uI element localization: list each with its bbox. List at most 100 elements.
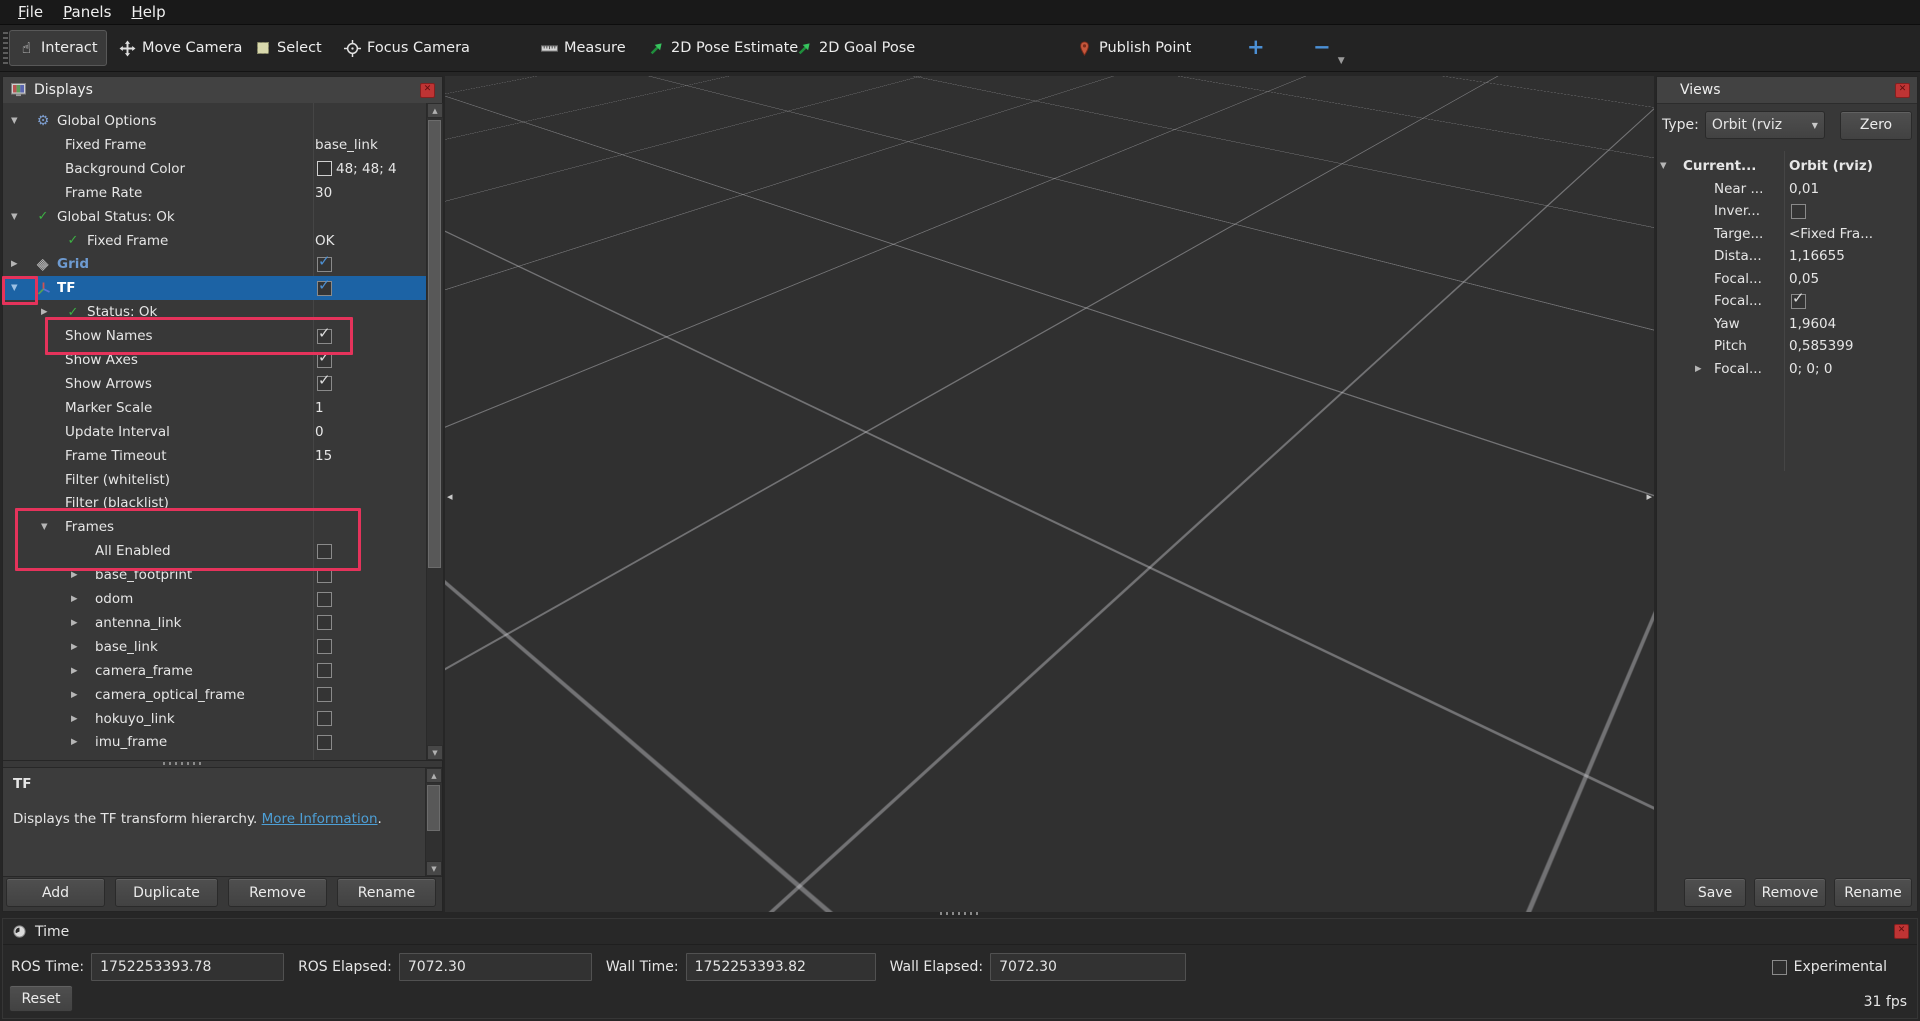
views-row-focal[interactable]: Focal...0,05: [1657, 268, 1916, 291]
checkbox-checked[interactable]: ✓: [317, 376, 332, 391]
checkbox-checked[interactable]: ✓: [317, 281, 332, 296]
checkbox-checked[interactable]: ✓: [1791, 294, 1806, 309]
views-rename-button[interactable]: Rename: [1834, 878, 1912, 907]
3d-viewport[interactable]: ◂ ▸: [445, 76, 1654, 912]
views-row-targe[interactable]: Targe...<Fixed Fra...: [1657, 223, 1916, 246]
checkbox-unchecked[interactable]: [317, 735, 332, 750]
view-type-dropdown[interactable]: Orbit (rviz ▼: [1705, 111, 1825, 139]
expander-closed-icon[interactable]: ▶: [71, 707, 78, 731]
property-value[interactable]: 30: [315, 185, 332, 201]
description-splitter[interactable]: [163, 762, 205, 765]
add-tool-button[interactable]: +: [1237, 30, 1275, 64]
scroll-down-icon[interactable]: ▼: [426, 861, 442, 876]
displays-row-show-axes[interactable]: Show Axes✓: [3, 348, 426, 372]
displays-row-hokuyo-link[interactable]: ▶hokuyo_link: [3, 707, 426, 731]
expander-closed-icon[interactable]: ▶: [1695, 358, 1702, 381]
property-value[interactable]: Orbit (rviz): [1789, 158, 1873, 174]
wall-time-field[interactable]: 1752253393.82: [686, 953, 876, 981]
expander-open-icon[interactable]: ▼: [11, 109, 18, 133]
property-value[interactable]: 0,01: [1789, 181, 1819, 197]
displays-row-filter-blacklist[interactable]: Filter (blacklist): [3, 491, 426, 515]
expander-open-icon[interactable]: ▼: [1660, 155, 1667, 178]
views-row-dista[interactable]: Dista...1,16655: [1657, 245, 1916, 268]
toolbar-drag-handle[interactable]: [3, 32, 8, 64]
pose-estimate-tool-button[interactable]: 2D Pose Estimate: [639, 30, 807, 66]
displays-row-frame-rate[interactable]: Frame Rate30: [3, 181, 426, 205]
displays-row-imu-frame[interactable]: ▶imu_frame: [3, 730, 426, 754]
displays-row-update-interval[interactable]: Update Interval0: [3, 420, 426, 444]
displays-row-all-enabled[interactable]: All Enabled: [3, 539, 426, 563]
property-value[interactable]: 0: [315, 424, 324, 440]
views-row-current[interactable]: ▼Current...Orbit (rviz): [1657, 155, 1916, 178]
views-row-inver[interactable]: Inver...: [1657, 200, 1916, 223]
views-row-near[interactable]: Near ...0,01: [1657, 178, 1916, 201]
views-remove-button[interactable]: Remove: [1754, 878, 1826, 907]
remove-tool-button[interactable]: −▼: [1303, 30, 1341, 64]
checkbox-unchecked[interactable]: [317, 592, 332, 607]
collapse-left-icon[interactable]: ◂: [447, 488, 453, 506]
displays-row-status-ok[interactable]: ▶✓Status: Ok: [3, 300, 426, 324]
checkbox-unchecked[interactable]: [317, 711, 332, 726]
property-value[interactable]: 15: [315, 448, 332, 464]
scroll-up-icon[interactable]: ▲: [426, 768, 442, 783]
checkbox-unchecked[interactable]: [1791, 204, 1806, 219]
menu-panels[interactable]: Panels: [53, 2, 121, 22]
select-tool-button[interactable]: Select: [245, 30, 331, 66]
expander-open-icon[interactable]: ▼: [11, 205, 18, 229]
checkbox-unchecked[interactable]: [317, 663, 332, 678]
publish-point-tool-button[interactable]: Publish Point: [1067, 30, 1200, 66]
checkbox-checked[interactable]: ✓: [317, 257, 332, 272]
time-close-icon[interactable]: ✕: [1894, 924, 1909, 939]
displays-row-global-options[interactable]: ▼⚙Global Options: [3, 109, 426, 133]
scrollbar-thumb[interactable]: [428, 120, 441, 568]
expander-closed-icon[interactable]: ▶: [71, 683, 78, 707]
displays-row-fixed-frame[interactable]: Fixed Framebase_link: [3, 133, 426, 157]
time-panel-splitter[interactable]: [940, 912, 978, 915]
expander-closed-icon[interactable]: ▶: [71, 730, 78, 754]
property-value[interactable]: 48; 48; 4: [336, 161, 397, 177]
expander-closed-icon[interactable]: ▶: [71, 563, 78, 587]
views-row-focal[interactable]: Focal...✓: [1657, 290, 1916, 313]
reset-button[interactable]: Reset: [9, 985, 73, 1012]
property-value[interactable]: 0; 0; 0: [1789, 361, 1832, 377]
views-save-button[interactable]: Save: [1684, 878, 1746, 907]
expander-closed-icon[interactable]: ▶: [11, 252, 18, 276]
views-row-pitch[interactable]: Pitch0,585399: [1657, 335, 1916, 358]
displays-row-antenna-link[interactable]: ▶antenna_link: [3, 611, 426, 635]
displays-row-frames[interactable]: ▼Frames: [3, 515, 426, 539]
ros-time-field[interactable]: 1752253393.78: [91, 953, 284, 981]
goal-pose-tool-button[interactable]: 2D Goal Pose: [787, 30, 924, 66]
focus-camera-tool-button[interactable]: Focus Camera: [335, 30, 479, 66]
scroll-up-icon[interactable]: ▲: [427, 103, 443, 118]
checkbox-unchecked[interactable]: [317, 615, 332, 630]
expander-open-icon[interactable]: ▼: [11, 276, 18, 300]
color-swatch[interactable]: [317, 161, 332, 176]
displays-row-global-status-ok[interactable]: ▼✓Global Status: Ok: [3, 205, 426, 229]
views-close-icon[interactable]: ✕: [1895, 83, 1910, 98]
scroll-down-icon[interactable]: ▼: [427, 745, 443, 760]
menu-file[interactable]: File: [8, 2, 53, 22]
property-value[interactable]: 0,05: [1789, 271, 1819, 287]
displays-row-frame-timeout[interactable]: Frame Timeout15: [3, 444, 426, 468]
expander-closed-icon[interactable]: ▶: [71, 635, 78, 659]
wall-elapsed-field[interactable]: 7072.30: [990, 953, 1186, 981]
displays-row-grid[interactable]: ▶▦Grid✓: [3, 252, 426, 276]
displays-row-base-link[interactable]: ▶base_link: [3, 635, 426, 659]
displays-row-camera-frame[interactable]: ▶camera_frame: [3, 659, 426, 683]
displays-close-icon[interactable]: ✕: [420, 83, 435, 98]
property-value[interactable]: <Fixed Fra...: [1789, 226, 1873, 242]
more-information-link[interactable]: More Information: [262, 811, 378, 827]
expander-open-icon[interactable]: ▼: [41, 515, 48, 539]
displays-row-tf[interactable]: ▼TF✓: [3, 276, 426, 300]
displays-row-show-names[interactable]: Show Names✓: [3, 324, 426, 348]
expander-closed-icon[interactable]: ▶: [71, 611, 78, 635]
scrollbar-thumb[interactable]: [427, 785, 440, 831]
views-row-yaw[interactable]: Yaw1,9604: [1657, 313, 1916, 336]
displays-row-marker-scale[interactable]: Marker Scale1: [3, 396, 426, 420]
ros-elapsed-field[interactable]: 7072.30: [399, 953, 592, 981]
displays-row-fixed-frame[interactable]: ✓Fixed FrameOK: [3, 229, 426, 253]
interact-tool-button[interactable]: ☝Interact: [9, 30, 107, 66]
property-value[interactable]: OK: [315, 233, 334, 249]
checkbox-unchecked[interactable]: [317, 568, 332, 583]
menu-help[interactable]: Help: [121, 2, 175, 22]
